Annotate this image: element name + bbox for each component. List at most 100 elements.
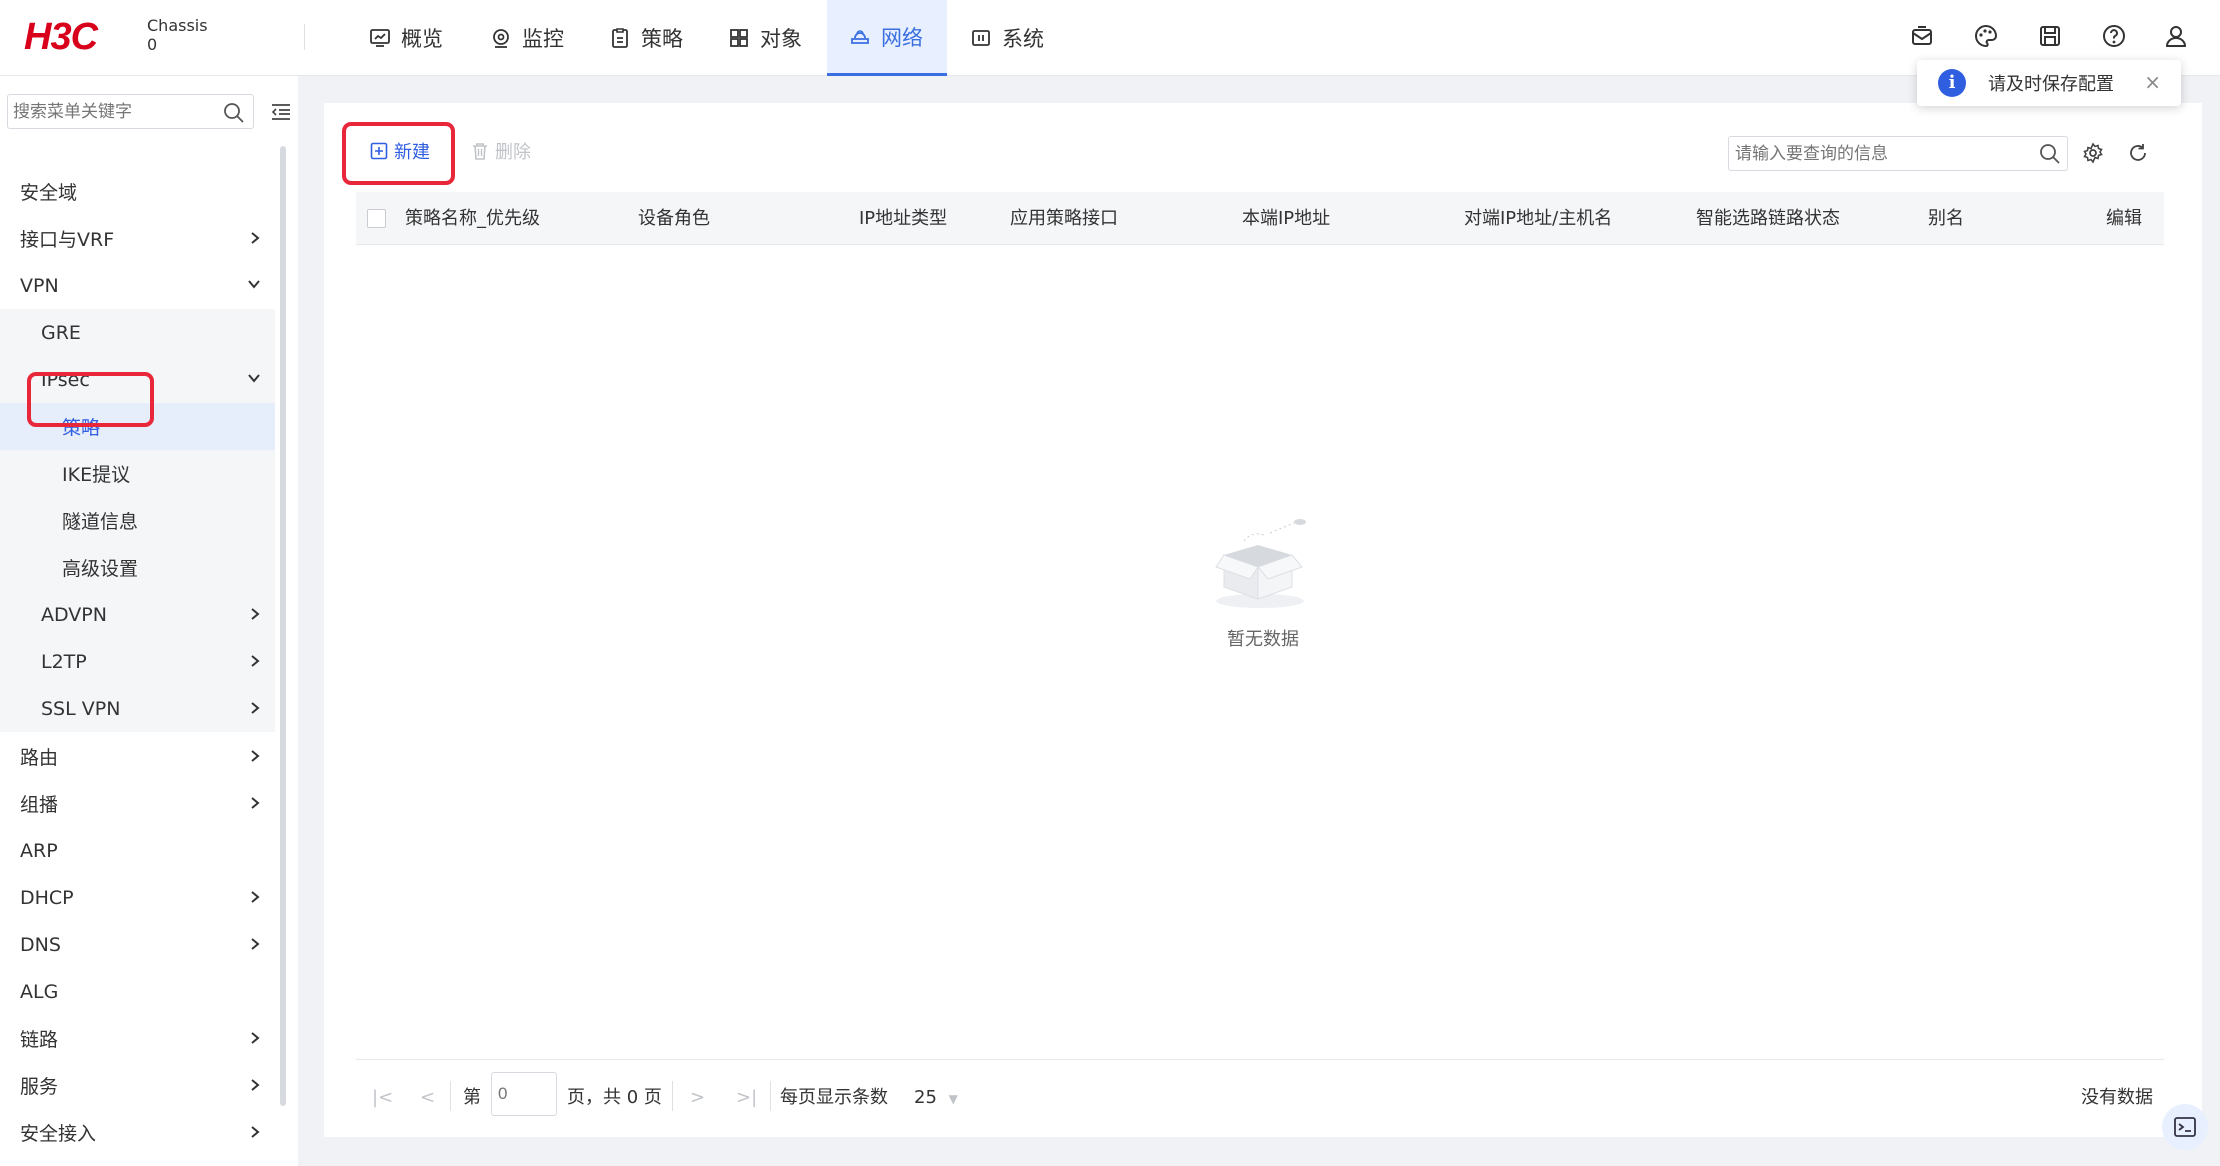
sidebar-item-l2tp[interactable]: L2TP: [0, 638, 275, 685]
sidebar-item-ssl-vpn[interactable]: SSL VPN: [0, 685, 275, 732]
pagination-divider: [356, 1059, 2164, 1060]
sidebar-item-arp[interactable]: ARP: [0, 827, 275, 874]
nav-label: 概览: [401, 27, 443, 51]
sidebar-item-routing[interactable]: 路由: [0, 733, 275, 780]
chevron-right-icon: [251, 655, 260, 667]
palette-icon[interactable]: [1972, 22, 2000, 50]
sidebar-item-ike-proposal[interactable]: IKE提议: [0, 450, 275, 497]
page-total: 页，共 0 页: [567, 1087, 662, 1108]
col-alias[interactable]: 别名: [1928, 192, 1964, 245]
next-page-icon[interactable]: >: [690, 1078, 705, 1118]
sidebar-item-alg[interactable]: ALG: [0, 968, 275, 1015]
top-header: H3C Chassis 0 概览 监控 策略 对象 网络 系统: [0, 0, 2220, 76]
col-device-role[interactable]: 设备角色: [638, 192, 710, 245]
col-policy-name[interactable]: 策略名称_优先级: [405, 192, 540, 245]
per-page-value: 25: [914, 1087, 937, 1108]
sidebar-item-label: L2TP: [41, 650, 87, 673]
col-local-ip[interactable]: 本端IP地址: [1242, 192, 1330, 245]
search-icon[interactable]: [223, 102, 245, 124]
sidebar-item-label: GRE: [41, 321, 81, 344]
menu-search-input[interactable]: [7, 94, 254, 129]
per-page-select[interactable]: 25 ▼: [914, 1078, 958, 1118]
sidebar-item-multicast[interactable]: 组播: [0, 780, 275, 827]
sidebar-item-dhcp[interactable]: DHCP: [0, 874, 275, 921]
sidebar-item-interface-vrf[interactable]: 接口与VRF: [0, 215, 275, 262]
select-all-checkbox[interactable]: [367, 209, 386, 228]
nav-label: 系统: [1002, 27, 1044, 51]
terminal-button[interactable]: [2162, 1104, 2208, 1150]
settings-gear-icon[interactable]: [2082, 142, 2104, 164]
sidebar-item-label: SSL VPN: [41, 697, 121, 720]
delete-button-label: 删除: [495, 142, 531, 163]
search-icon[interactable]: [2039, 143, 2061, 165]
prev-page-icon[interactable]: <: [420, 1078, 435, 1118]
sidebar-item-label: ARP: [20, 839, 58, 862]
nav-label: 策略: [641, 27, 683, 51]
nav-system[interactable]: 系统: [948, 0, 1066, 76]
sidebar-item-label: DHCP: [20, 886, 74, 909]
col-edit[interactable]: 编辑: [2106, 192, 2142, 245]
dashboard-icon: [370, 29, 390, 47]
col-link-status[interactable]: 智能选路链路状态: [1696, 192, 1840, 245]
chevron-right-icon: [251, 1126, 260, 1138]
device-name: Chassis: [147, 16, 208, 35]
sidebar-item-label: 高级设置: [62, 558, 139, 580]
sidebar-item-label: 服务: [20, 1076, 59, 1098]
monitor-icon: [493, 29, 509, 48]
per-page-label: 每页显示条数: [780, 1087, 888, 1108]
delete-button[interactable]: 删除: [471, 131, 531, 171]
sidebar-item-vpn[interactable]: VPN: [0, 262, 275, 309]
nav-monitor[interactable]: 监控: [468, 0, 586, 76]
sidebar-item-label: 安全域: [20, 182, 78, 204]
sidebar-item-label: DNS: [20, 933, 61, 956]
chevron-right-icon: [251, 750, 260, 762]
last-page-icon[interactable]: >|: [736, 1078, 757, 1118]
nav-overview[interactable]: 概览: [347, 0, 465, 76]
close-icon[interactable]: ×: [2144, 70, 2161, 94]
sidebar-item-dns[interactable]: DNS: [0, 921, 275, 968]
refresh-icon[interactable]: [2127, 142, 2149, 164]
help-icon[interactable]: [2100, 22, 2128, 50]
col-ip-type[interactable]: IP地址类型: [859, 192, 947, 245]
sidebar-scrollbar[interactable]: [280, 146, 286, 1106]
sidebar-item-service[interactable]: 服务: [0, 1062, 275, 1109]
page-number-input[interactable]: [491, 1072, 557, 1116]
chevron-right-icon: [251, 1079, 260, 1091]
page-prefix: 第: [463, 1087, 481, 1108]
header-divider: [304, 24, 305, 50]
sidebar-item-label: ALG: [20, 980, 59, 1003]
sidebar-item-link[interactable]: 链路: [0, 1015, 275, 1062]
sidebar-item-advpn[interactable]: ADVPN: [0, 591, 275, 638]
h3c-logo: H3C: [24, 16, 98, 58]
sidebar-item-nd[interactable]: ND: [0, 1156, 275, 1166]
chevron-right-icon: [251, 1032, 260, 1044]
mail-icon[interactable]: [1908, 22, 1936, 50]
device-info: Chassis 0: [147, 16, 208, 54]
nav-network[interactable]: 网络: [827, 0, 947, 76]
nav-object[interactable]: 对象: [706, 0, 824, 76]
pagination-separator: [770, 1081, 771, 1111]
sidebar-item-advanced-settings[interactable]: 高级设置: [0, 544, 275, 591]
caret-down-icon: ▼: [948, 1092, 958, 1106]
col-remote-ip[interactable]: 对端IP地址/主机名: [1464, 192, 1612, 245]
network-icon: [851, 29, 869, 44]
col-apply-interface[interactable]: 应用策略接口: [1010, 192, 1118, 245]
sidebar-item-label: IKE提议: [62, 464, 131, 486]
sidebar-item-label: 隧道信息: [62, 511, 139, 533]
sidebar-item-secure-access[interactable]: 安全接入: [0, 1109, 275, 1156]
table-search-input[interactable]: [1728, 136, 2068, 171]
chevron-down-icon: [248, 374, 260, 383]
first-page-icon[interactable]: |<: [372, 1078, 393, 1118]
user-icon[interactable]: [2162, 22, 2190, 50]
chevron-right-icon: [251, 891, 260, 903]
sidebar-item-security-zone[interactable]: 安全域: [0, 168, 275, 215]
nav-label: 对象: [760, 27, 802, 51]
sidebar-item-gre[interactable]: GRE: [0, 309, 275, 356]
collapse-menu-icon[interactable]: [271, 103, 291, 121]
nav-policy[interactable]: 策略: [587, 0, 705, 76]
pagination-status: 没有数据: [2081, 1087, 2153, 1108]
sidebar-item-tunnel-info[interactable]: 隧道信息: [0, 497, 275, 544]
sidebar-item-label: ADVPN: [41, 603, 107, 626]
sidebar-item-label: 组播: [20, 794, 59, 816]
save-icon[interactable]: [2036, 22, 2064, 50]
